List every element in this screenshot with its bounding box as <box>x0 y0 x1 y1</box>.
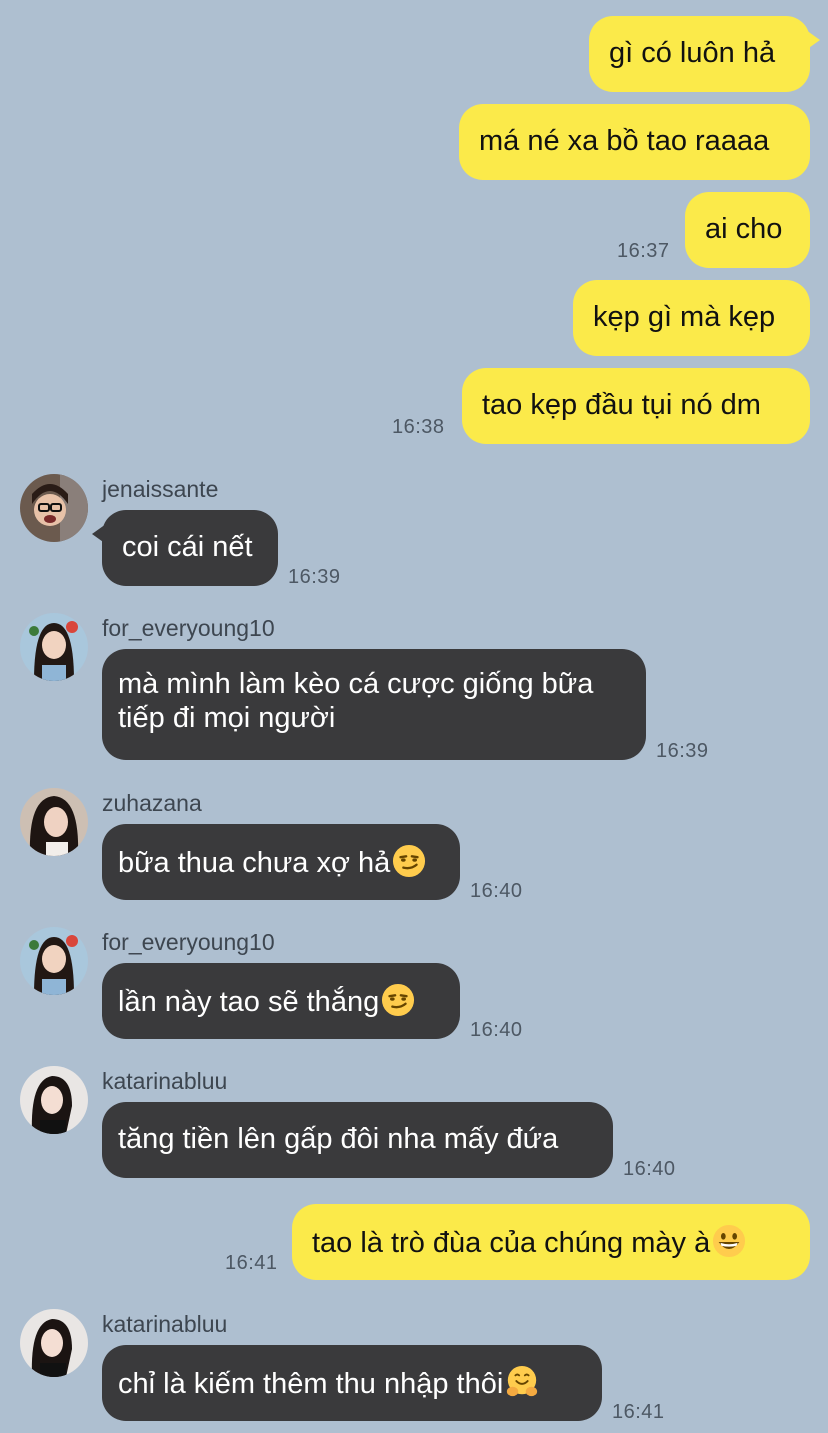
sender-name: for_everyoung10 <box>102 615 275 641</box>
message-text: gì có luôn hả <box>609 37 776 69</box>
smirk-emoji <box>382 983 415 1017</box>
message-text: coi cái nết <box>122 531 253 563</box>
sender-name: jenaissante <box>102 476 219 502</box>
outgoing-message-bubble[interactable]: má né xa bồ tao raaaa <box>459 104 810 180</box>
sender-name: katarinabluu <box>102 1068 228 1094</box>
message-text: tao là trò đùa của chúng mày à <box>312 1227 711 1259</box>
avatar[interactable] <box>20 927 88 995</box>
avatar[interactable] <box>20 1066 88 1134</box>
sender-name: for_everyoung10 <box>102 929 275 955</box>
bubble-tail <box>92 524 106 544</box>
incoming-message-bubble[interactable]: tăng tiền lên gấp đôi nha mấy đứa <box>102 1102 613 1178</box>
outgoing-message-bubble[interactable]: gì có luôn hả <box>589 16 810 92</box>
message-text: tao kẹp đầu tụi nó dm <box>482 389 761 421</box>
message-timestamp: 16:40 <box>470 1019 523 1041</box>
outgoing-message-bubble[interactable]: ai cho <box>685 192 810 268</box>
outgoing-message-bubble[interactable]: tao kẹp đầu tụi nó dm <box>462 368 810 444</box>
incoming-message-bubble[interactable]: bữa thua chưa xợ hả <box>102 824 460 900</box>
message-timestamp: 16:41 <box>612 1401 665 1423</box>
grinning-emoji <box>713 1224 746 1258</box>
outgoing-message-bubble[interactable]: kẹp gì mà kẹp <box>573 280 810 356</box>
incoming-message-bubble[interactable]: chỉ là kiếm thêm thu nhập thôi <box>102 1345 602 1421</box>
message-text: má né xa bồ tao raaaa <box>479 125 770 157</box>
incoming-message-bubble[interactable]: coi cái nết <box>102 510 278 586</box>
message-timestamp: 16:39 <box>288 566 341 588</box>
message-timestamp: 16:40 <box>470 880 523 902</box>
message-timestamp: 16:40 <box>623 1158 676 1180</box>
message-text: lần này tao sẽ thắng <box>118 986 380 1018</box>
smirk-emoji <box>393 844 426 878</box>
message-timestamp: 16:37 <box>617 240 670 262</box>
sender-name: zuhazana <box>102 790 202 816</box>
message-text: mà mình làm kèo cá cược giống bữa tiếp đ… <box>118 668 594 734</box>
chat-thread[interactable]: gì có luôn hả má né xa bồ tao raaaa ai c… <box>0 0 828 1433</box>
avatar[interactable] <box>20 1309 88 1377</box>
message-timestamp: 16:39 <box>656 740 709 762</box>
message-text: bữa thua chưa xợ hả <box>118 847 391 879</box>
avatar[interactable] <box>20 613 88 681</box>
message-text: tăng tiền lên gấp đôi nha mấy đứa <box>118 1123 559 1155</box>
incoming-message-bubble[interactable]: lần này tao sẽ thắng <box>102 963 460 1039</box>
sender-name: katarinabluu <box>102 1311 228 1337</box>
bubble-tail <box>806 30 820 50</box>
message-timestamp: 16:41 <box>225 1252 278 1274</box>
hugging-emoji <box>507 1365 538 1397</box>
outgoing-message-bubble[interactable]: tao là trò đùa của chúng mày à <box>292 1204 810 1280</box>
message-timestamp: 16:38 <box>392 416 445 438</box>
avatar[interactable] <box>20 474 88 542</box>
avatar[interactable] <box>20 788 88 856</box>
message-text: ai cho <box>705 213 783 245</box>
message-text: chỉ là kiếm thêm thu nhập thôi <box>118 1368 504 1400</box>
message-text: kẹp gì mà kẹp <box>593 301 776 333</box>
incoming-message-bubble[interactable]: mà mình làm kèo cá cược giống bữa tiếp đ… <box>102 649 646 760</box>
